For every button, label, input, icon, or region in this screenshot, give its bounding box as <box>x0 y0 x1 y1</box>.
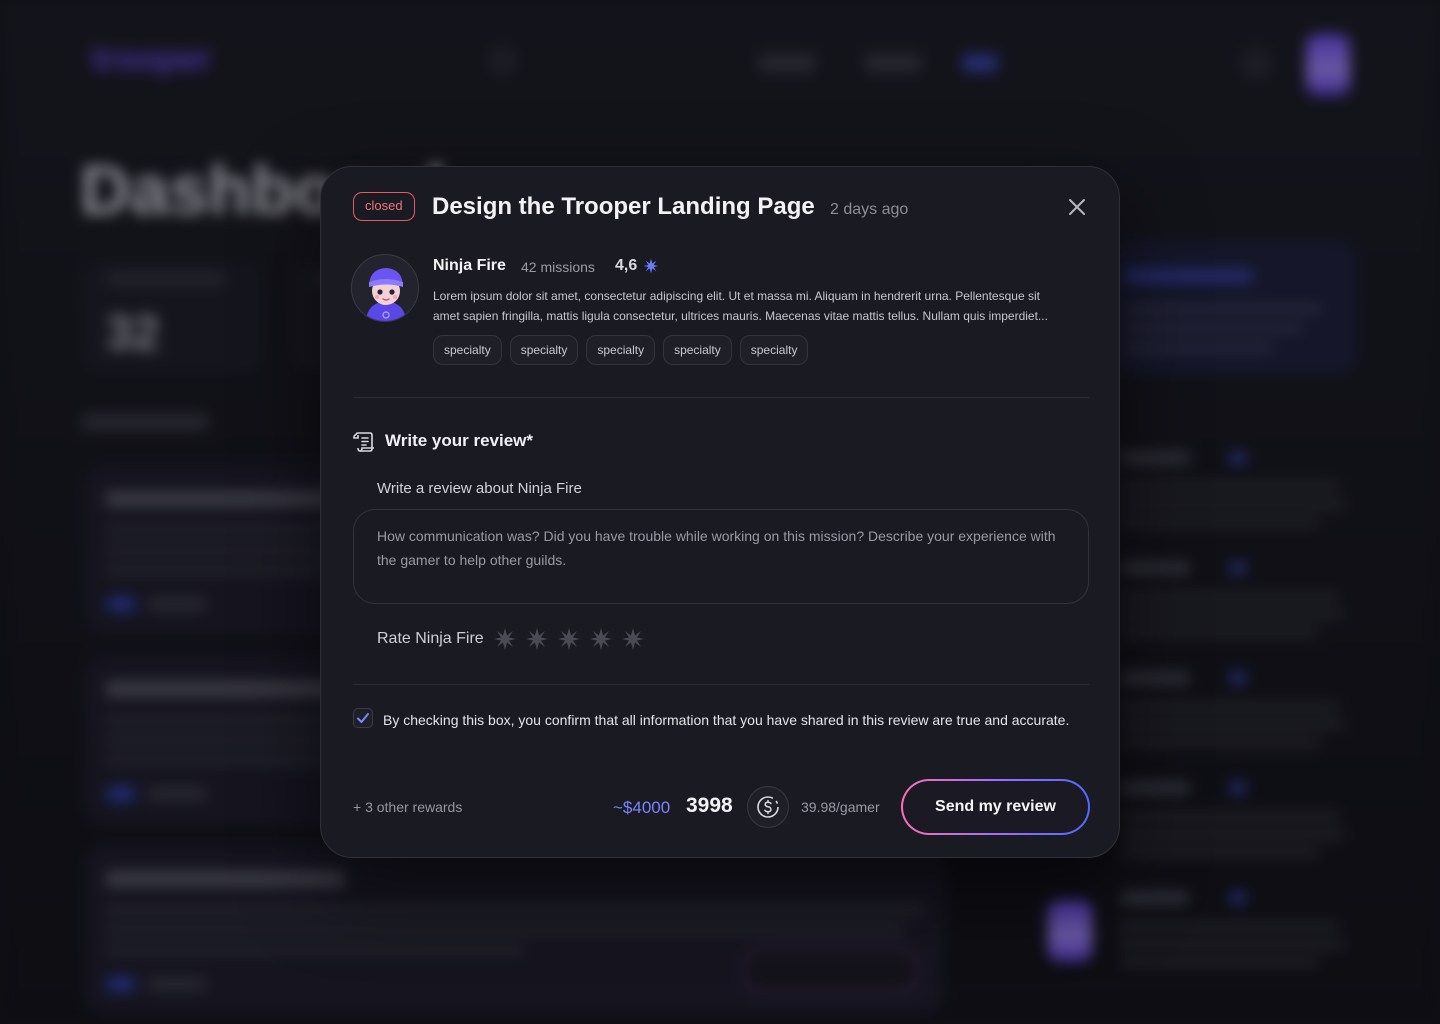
mission-title: Design the Trooper Landing Page <box>432 193 815 220</box>
review-field-label: Write a review about Ninja Fire <box>377 480 582 497</box>
avatar[interactable] <box>351 254 419 322</box>
rating-value: 4,6 <box>615 257 638 274</box>
specialty-tag: specialty <box>509 335 579 365</box>
confirm-text: By checking this box, you confirm that a… <box>383 712 1070 728</box>
dollar-coin-icon <box>757 796 779 818</box>
reward-per-gamer: 39.98/gamer <box>801 799 880 815</box>
missions-count: 42 missions <box>521 259 595 275</box>
reward-usd: ~$4000 <box>613 798 671 817</box>
author-bio-line: amet sapien fringilla, mattis ligula con… <box>433 309 1048 323</box>
rate-label: Rate Ninja Fire <box>377 630 484 647</box>
specialty-tag: specialty <box>739 335 809 365</box>
other-rewards-link[interactable]: + 3 other rewards <box>353 799 462 815</box>
mission-time: 2 days ago <box>830 201 909 218</box>
check-icon <box>357 713 369 723</box>
star-1-icon[interactable] <box>493 627 517 651</box>
review-textarea[interactable] <box>353 509 1089 604</box>
specialty-tag: specialty <box>433 335 502 365</box>
status-badge: closed <box>353 192 415 221</box>
review-modal: closed Design the Trooper Landing Page 2… <box>320 166 1120 858</box>
author-bio-line: Lorem ipsum dolor sit amet, consectetur … <box>433 289 1040 303</box>
close-icon <box>1069 199 1085 215</box>
ninja-avatar-icon <box>353 256 418 321</box>
confirm-checkbox[interactable] <box>353 708 373 728</box>
specialty-tag: specialty <box>586 335 656 365</box>
star-3-icon[interactable] <box>557 627 581 651</box>
divider <box>353 684 1089 685</box>
close-button[interactable] <box>1063 193 1091 221</box>
scroll-icon <box>353 432 374 452</box>
star-2-icon[interactable] <box>525 627 549 651</box>
send-review-label: Send my review <box>903 781 1088 833</box>
rating-star-icon <box>643 258 659 274</box>
coin-badge <box>747 786 789 828</box>
author-name[interactable]: Ninja Fire <box>433 257 506 275</box>
author-rating: 4,6 <box>615 257 659 275</box>
author-bio: Lorem ipsum dolor sit amet, consectetur … <box>433 286 1093 326</box>
star-rating <box>493 627 645 651</box>
star-5-icon[interactable] <box>621 627 645 651</box>
send-review-button[interactable]: Send my review <box>901 779 1090 835</box>
reward-amount: 3998 <box>686 794 733 817</box>
specialty-tag: specialty <box>663 335 732 365</box>
review-section-title: Write your review* <box>385 431 534 450</box>
divider <box>353 397 1089 398</box>
star-4-icon[interactable] <box>589 627 613 651</box>
specialty-tags: specialty specialty specialty specialty … <box>433 335 809 365</box>
